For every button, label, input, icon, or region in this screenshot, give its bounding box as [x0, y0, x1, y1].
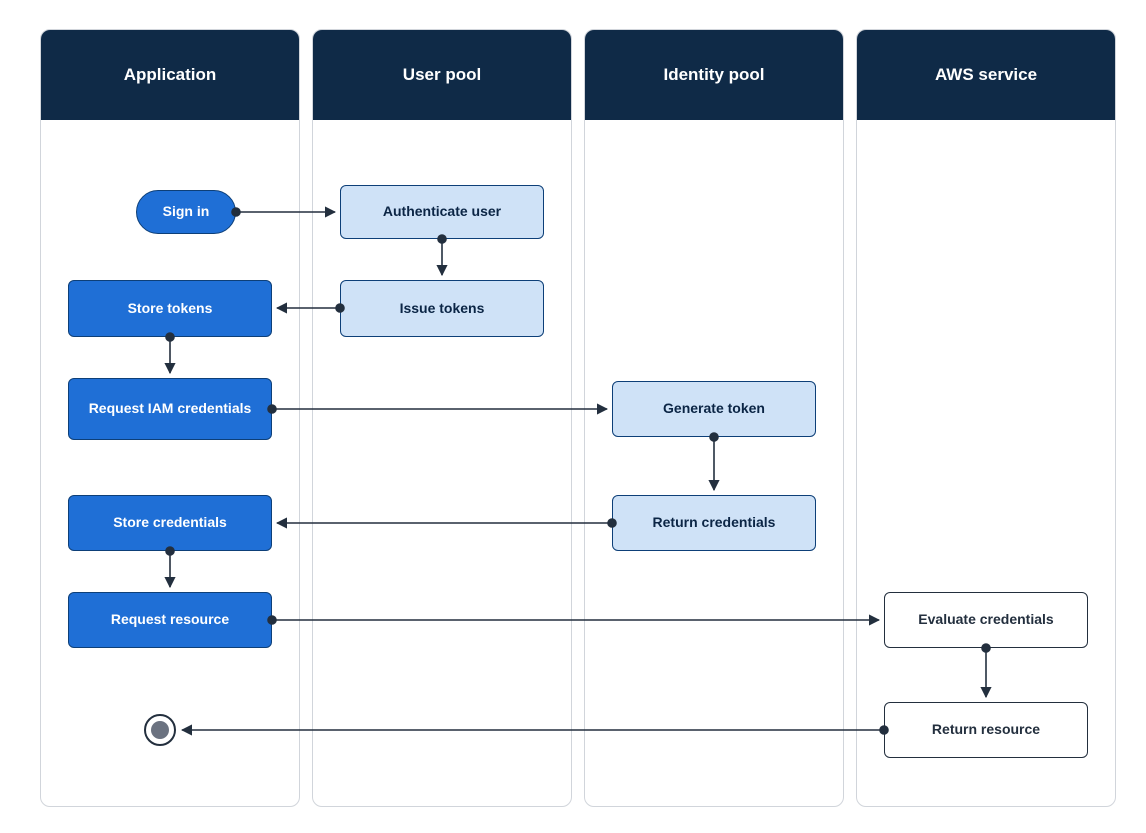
node-evaluate-credentials: Evaluate credentials	[884, 592, 1088, 648]
lane-header-identity-pool: Identity pool	[585, 30, 843, 120]
node-store-credentials: Store credentials	[68, 495, 272, 551]
lane-aws-service: AWS service	[856, 29, 1116, 807]
lane-header-application: Application	[41, 30, 299, 120]
lane-header-aws-service: AWS service	[857, 30, 1115, 120]
swimlane-diagram: Application User pool Identity pool AWS …	[0, 0, 1146, 833]
node-request-iam-credentials: Request IAM credentials	[68, 378, 272, 440]
node-endpoint	[144, 714, 176, 746]
lane-user-pool: User pool	[312, 29, 572, 807]
node-store-tokens: Store tokens	[68, 280, 272, 337]
node-issue-tokens: Issue tokens	[340, 280, 544, 337]
node-sign-in: Sign in	[136, 190, 236, 234]
lane-header-user-pool: User pool	[313, 30, 571, 120]
node-return-resource: Return resource	[884, 702, 1088, 758]
node-authenticate-user: Authenticate user	[340, 185, 544, 239]
node-return-credentials: Return credentials	[612, 495, 816, 551]
node-generate-token: Generate token	[612, 381, 816, 437]
node-request-resource: Request resource	[68, 592, 272, 648]
